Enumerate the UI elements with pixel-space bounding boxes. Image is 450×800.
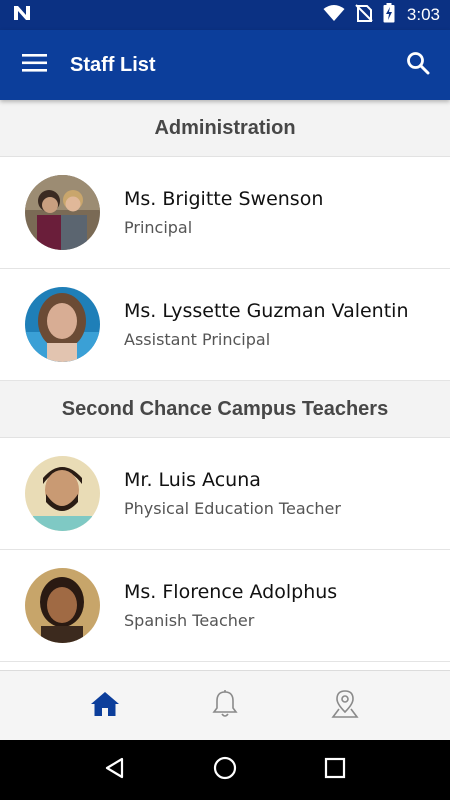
home-system-button[interactable] <box>200 745 250 795</box>
map-pin-icon <box>330 689 360 723</box>
system-navigation-bar <box>0 740 450 800</box>
wifi-icon <box>323 4 345 26</box>
staff-name: Ms. Lyssette Guzman Valentin <box>124 300 409 322</box>
status-left <box>12 4 32 26</box>
hamburger-menu-icon <box>22 53 48 77</box>
staff-role: Spanish Teacher <box>124 611 255 630</box>
page-title: Staff List <box>70 53 156 76</box>
status-time: 3:03 <box>406 5 440 24</box>
no-sim-icon <box>355 4 373 26</box>
staff-name: Mr. Luis Acuna <box>124 469 261 491</box>
staff-text: Mr. Luis Acuna Physical Education Teache… <box>124 469 341 518</box>
status-right: 3:03 <box>323 3 440 27</box>
app-bar: Staff List <box>0 30 450 100</box>
notification-n-icon <box>12 4 32 26</box>
staff-text: Ms. Florence Adolphus Spanish Teacher <box>124 581 337 630</box>
recents-square-icon <box>324 757 346 783</box>
back-triangle-icon <box>103 756 127 784</box>
staff-row[interactable]: Ms. Florence Adolphus Spanish Teacher <box>0 550 450 662</box>
nav-map-button[interactable] <box>315 676 375 736</box>
home-circle-icon <box>212 755 238 785</box>
status-bar: 3:03 <box>0 0 450 30</box>
battery-charging-icon <box>383 3 395 27</box>
staff-role: Physical Education Teacher <box>124 499 341 518</box>
section-header-administration: Administration <box>0 100 450 157</box>
staff-name: Ms. Florence Adolphus <box>124 581 338 603</box>
bell-icon <box>211 689 239 723</box>
menu-button[interactable] <box>0 30 70 100</box>
recents-button[interactable] <box>310 745 360 795</box>
nav-notifications-button[interactable] <box>195 676 255 736</box>
avatar <box>25 175 100 250</box>
avatar <box>25 456 100 531</box>
staff-row[interactable]: Ms. Lyssette Guzman Valentin Assistant P… <box>0 269 450 381</box>
staff-role: Assistant Principal <box>124 330 271 349</box>
avatar <box>25 287 100 362</box>
staff-row[interactable]: Mr. Luis Acuna Physical Education Teache… <box>0 438 450 550</box>
staff-row[interactable]: Ms. Brigitte Swenson Principal <box>0 157 450 269</box>
staff-name: Ms. Brigitte Swenson <box>124 188 324 210</box>
staff-role: Principal <box>124 218 193 237</box>
search-icon <box>406 51 430 79</box>
staff-text: Ms. Lyssette Guzman Valentin Assistant P… <box>124 300 409 349</box>
section-header-teachers: Second Chance Campus Teachers <box>0 381 450 438</box>
bottom-navigation <box>0 670 450 740</box>
staff-text: Ms. Brigitte Swenson Principal <box>124 188 323 237</box>
nav-home-button[interactable] <box>75 676 135 736</box>
search-button[interactable] <box>386 30 450 100</box>
back-button[interactable] <box>90 745 140 795</box>
staff-list[interactable]: Administration Ms. Brigitte Swenson Prin… <box>0 100 450 670</box>
home-icon <box>90 690 120 722</box>
avatar <box>25 568 100 643</box>
